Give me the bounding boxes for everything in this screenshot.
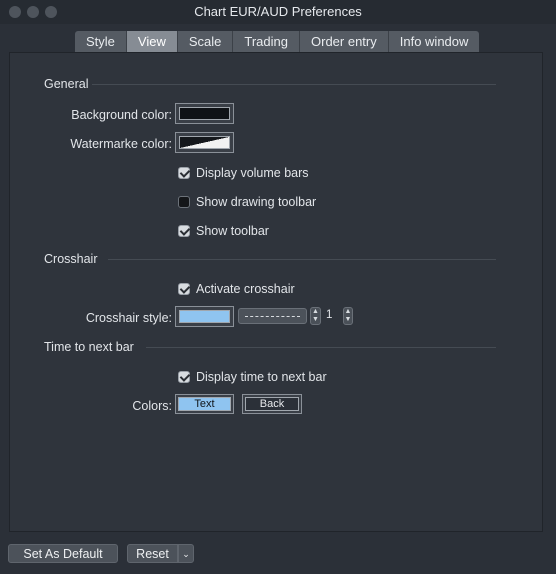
chevron-up-icon: ▲ [344,308,352,315]
preferences-tabs: Style View Scale Trading Order entry Inf… [75,31,480,52]
crosshair-color-swatch [179,310,230,323]
line-width-stepper[interactable]: ▲ ▼ [343,307,353,325]
activate-crosshair-checkbox[interactable]: Activate crosshair [178,282,295,296]
show-drawing-toolbar-checkbox[interactable]: Show drawing toolbar [178,195,316,209]
background-color-label: Background color: [71,108,172,122]
activate-crosshair-label: Activate crosshair [196,282,295,296]
tab-trading[interactable]: Trading [233,31,300,52]
display-time-to-next-bar-checkbox[interactable]: Display time to next bar [178,370,327,384]
watermark-color-picker[interactable] [175,132,234,153]
reset-button[interactable]: Reset [127,544,178,563]
crosshair-line-style-select[interactable] [238,308,307,324]
show-toolbar-label: Show toolbar [196,224,269,238]
crosshair-heading: Crosshair [44,252,98,266]
watermark-color-label: Watermarke color: [70,137,172,151]
crosshair-width-value: 1 [326,309,333,321]
set-as-default-button[interactable]: Set As Default [8,544,118,563]
dashed-line-icon [245,316,300,317]
checkbox-checked-icon [178,283,191,295]
checkbox-checked-icon [178,371,191,383]
background-color-swatch [179,107,230,120]
crosshair-style-label: Crosshair style: [85,311,172,325]
display-volume-bars-label: Display volume bars [196,166,309,180]
tab-scale[interactable]: Scale [178,31,234,52]
chevron-down-icon: ▼ [344,316,352,323]
time-to-next-bar-heading: Time to next bar [44,340,134,354]
checkbox-checked-icon [178,225,191,237]
checkbox-checked-icon [178,167,191,179]
crosshair-color-picker[interactable] [175,306,234,327]
tab-order-entry[interactable]: Order entry [300,31,389,52]
back-color-button[interactable]: Back [242,394,302,414]
show-drawing-toolbar-label: Show drawing toolbar [196,195,317,209]
chevron-down-icon: ▼ [312,316,319,323]
window-title: Chart EUR/AUD Preferences [194,4,362,19]
watermark-color-swatch [179,136,230,149]
background-color-picker[interactable] [175,103,234,124]
title-bar: Chart EUR/AUD Preferences [0,0,556,24]
tab-view[interactable]: View [126,31,178,52]
chevron-down-icon: ⌄ [182,549,190,559]
display-volume-bars-checkbox[interactable]: Display volume bars [178,166,309,180]
back-color-label: Back [245,397,299,411]
chevron-up-icon: ▲ [312,308,319,315]
display-time-to-next-bar-label: Display time to next bar [196,370,327,384]
show-toolbar-checkbox[interactable]: Show toolbar [178,224,269,238]
reset-dropdown-button[interactable]: ⌄ [178,544,194,563]
tab-info-window[interactable]: Info window [389,31,480,52]
tab-style[interactable]: Style [75,31,127,52]
colors-label: Colors: [132,399,172,413]
view-settings-panel: General Background color: Watermarke col… [9,52,543,532]
crosshair-divider [108,259,496,260]
line-style-stepper[interactable]: ▲ ▼ [310,307,321,325]
text-color-label: Text [178,397,231,411]
time-to-next-bar-divider [146,347,496,348]
general-divider [92,84,496,85]
text-color-button[interactable]: Text [175,394,234,414]
checkbox-unchecked-icon [178,196,190,208]
general-heading: General [44,77,89,91]
